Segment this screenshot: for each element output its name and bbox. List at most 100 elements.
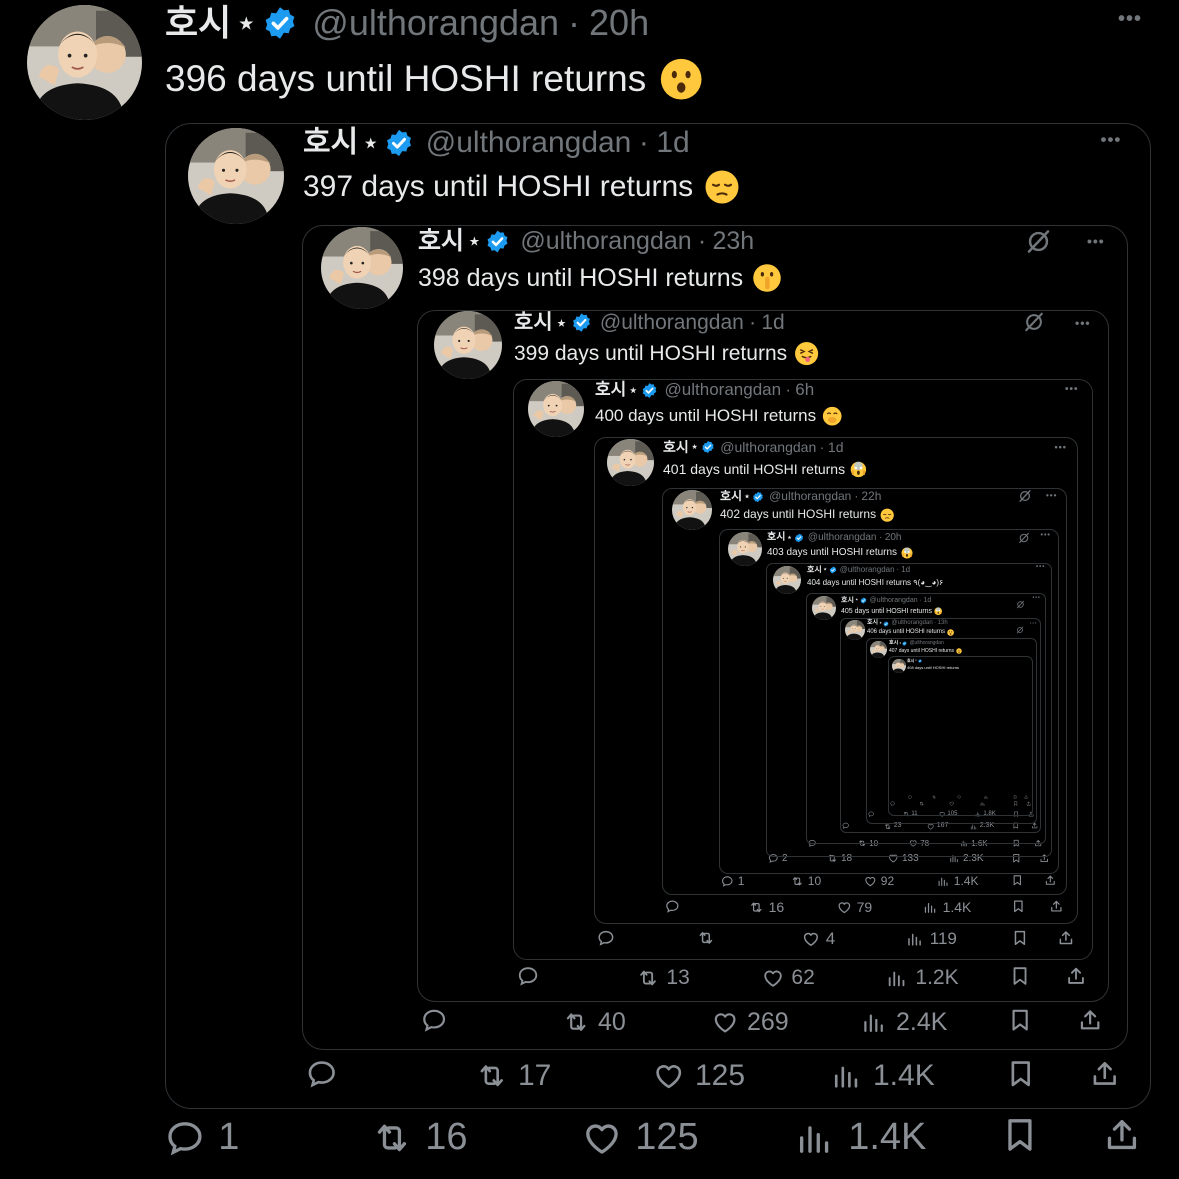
bookmark-button[interactable] [1005, 1058, 1037, 1090]
display-name[interactable]: 호시 [514, 309, 553, 336]
more-options-icon[interactable]: ••• [1036, 564, 1045, 570]
user-handle[interactable]: @ulthorangdan [892, 620, 933, 628]
display-name[interactable]: 호시 [165, 0, 231, 47]
bookmark-button[interactable] [1009, 965, 1031, 987]
user-handle[interactable]: @ulthorangdan [720, 438, 816, 456]
reply-button[interactable] [517, 965, 539, 987]
display-name[interactable]: 호시 [867, 620, 878, 628]
avatar[interactable] [188, 128, 284, 224]
timestamp[interactable]: 1d [901, 565, 910, 575]
avatar[interactable] [812, 596, 836, 620]
retweet-button[interactable] [697, 929, 715, 947]
share-button[interactable] [1089, 1058, 1121, 1090]
retweet-button[interactable]: 13 [637, 965, 690, 990]
display-name[interactable]: 호시 [907, 658, 914, 663]
retweet-button[interactable] [932, 795, 936, 799]
avatar[interactable] [845, 620, 865, 640]
timestamp[interactable]: 1d [656, 123, 689, 162]
reply-button[interactable] [306, 1058, 338, 1090]
grok-icon[interactable] [1018, 531, 1030, 544]
grok-icon[interactable] [1023, 311, 1045, 333]
avatar[interactable] [773, 566, 801, 594]
like-button[interactable]: 79 [837, 899, 872, 916]
reply-button[interactable]: 1 [721, 874, 744, 888]
reply-button[interactable] [908, 795, 912, 799]
display-name[interactable]: 호시 [663, 438, 689, 456]
more-options-icon[interactable]: ••• [1118, 8, 1142, 31]
more-options-icon[interactable]: ••• [1087, 233, 1105, 249]
avatar[interactable] [434, 311, 502, 379]
display-name[interactable]: 호시 [767, 531, 785, 544]
avatar[interactable] [607, 439, 654, 486]
user-handle[interactable]: @ulthorangdan [769, 489, 851, 505]
timestamp[interactable]: 1d [828, 438, 844, 456]
views-button[interactable]: 1.4K [795, 1115, 926, 1161]
retweet-button[interactable]: 16 [372, 1115, 467, 1161]
grok-icon[interactable] [1016, 596, 1025, 609]
display-name[interactable]: 호시 [303, 123, 358, 162]
quoted-tweet-level-12[interactable]: 호시 ⭑ 408 days until HOSHI returns [888, 656, 1033, 816]
user-handle[interactable]: @ulthorangdan [665, 379, 782, 401]
user-handle[interactable]: @ulthorangdan [808, 531, 877, 544]
views-button[interactable]: 1.4K [831, 1058, 935, 1094]
display-name[interactable]: 호시 [418, 225, 464, 258]
user-handle[interactable]: @ulthorangdan [909, 640, 943, 647]
avatar[interactable] [27, 5, 142, 120]
bookmark-button[interactable] [1011, 874, 1024, 887]
avatar[interactable] [870, 641, 887, 658]
like-button[interactable]: 92 [864, 874, 894, 888]
more-options-icon[interactable]: ••• [1075, 316, 1091, 330]
reply-button[interactable] [421, 1007, 447, 1033]
more-options-icon[interactable]: ••• [1033, 595, 1041, 601]
share-button[interactable] [1065, 965, 1087, 987]
display-name[interactable]: 호시 [595, 379, 626, 401]
more-options-icon[interactable]: ••• [1046, 491, 1057, 500]
avatar[interactable] [672, 490, 712, 530]
like-button[interactable]: 125 [582, 1115, 699, 1161]
views-button[interactable]: 1.4K [937, 874, 978, 888]
reply-button[interactable]: 1 [165, 1115, 239, 1161]
user-handle[interactable]: @ulthorangdan [600, 309, 744, 336]
share-button[interactable] [1044, 874, 1057, 887]
like-button[interactable]: 4 [802, 929, 835, 949]
timestamp[interactable]: 1d [761, 309, 784, 336]
timestamp[interactable]: 22h [861, 489, 881, 505]
like-button[interactable]: 125 [653, 1058, 745, 1094]
avatar[interactable] [892, 659, 906, 673]
avatar[interactable] [321, 227, 403, 309]
views-button[interactable] [984, 795, 988, 799]
grok-icon[interactable] [1016, 621, 1024, 634]
more-options-icon[interactable]: ••• [1030, 620, 1037, 625]
bookmark-button[interactable] [1011, 929, 1029, 947]
more-options-icon[interactable]: ••• [1055, 442, 1067, 452]
display-name[interactable]: 호시 [720, 489, 742, 505]
timestamp[interactable]: 13h [938, 620, 948, 628]
bookmark-button[interactable] [1011, 899, 1026, 914]
views-button[interactable]: 1.4K [923, 899, 971, 916]
user-handle[interactable]: @ulthorangdan [312, 0, 559, 47]
timestamp[interactable]: 23h [713, 225, 755, 258]
grok-icon[interactable] [1018, 489, 1032, 503]
like-button[interactable]: 269 [712, 1007, 789, 1037]
avatar[interactable] [728, 532, 762, 566]
like-button[interactable] [957, 795, 961, 799]
grok-icon[interactable] [1025, 228, 1052, 255]
display-name[interactable]: 호시 [889, 640, 898, 647]
user-handle[interactable]: @ulthorangdan [426, 123, 632, 162]
views-button[interactable]: 2.4K [861, 1007, 947, 1037]
timestamp[interactable]: 6h [795, 379, 814, 401]
like-button[interactable]: 62 [762, 965, 815, 990]
reply-button[interactable] [597, 929, 615, 947]
bookmark-button[interactable] [1013, 795, 1017, 799]
views-button[interactable]: 119 [906, 929, 957, 949]
share-button[interactable] [1049, 899, 1064, 914]
retweet-button[interactable]: 17 [476, 1058, 551, 1094]
retweet-button[interactable]: 16 [749, 899, 784, 916]
display-name[interactable]: 호시 [841, 596, 854, 605]
more-options-icon[interactable]: ••• [1065, 384, 1079, 395]
share-button[interactable] [1024, 795, 1028, 799]
user-handle[interactable]: @ulthorangdan [520, 225, 691, 258]
display-name[interactable]: 호시 [807, 565, 822, 575]
share-button[interactable] [1057, 929, 1075, 947]
share-button[interactable] [1077, 1007, 1103, 1033]
